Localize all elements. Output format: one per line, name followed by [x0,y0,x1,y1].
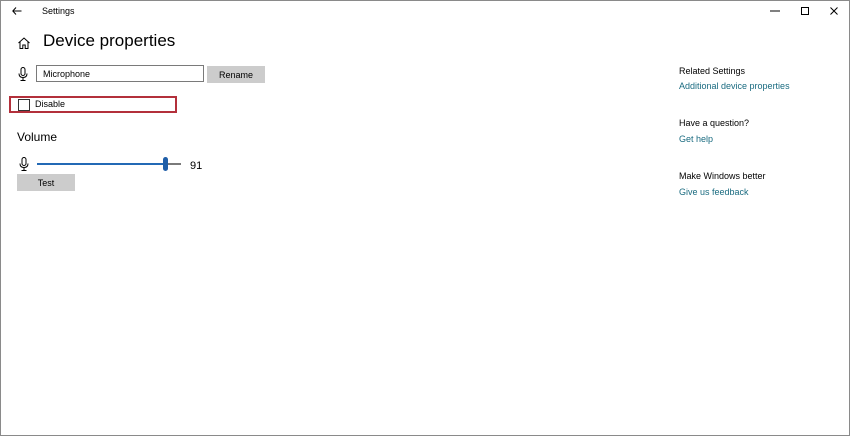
volume-slider-track [168,163,181,165]
volume-heading: Volume [17,130,58,144]
give-feedback-link[interactable]: Give us feedback [679,187,749,197]
volume-value: 91 [190,160,203,172]
back-arrow-icon [12,7,22,15]
volume-slider-thumb[interactable] [163,157,168,171]
volume-slider[interactable] [37,157,181,171]
close-icon [830,7,838,15]
related-settings-heading: Related Settings [679,66,746,76]
device-name-input[interactable] [36,65,204,82]
rename-button[interactable]: Rename [207,66,265,83]
microphone-icon [19,157,29,171]
disable-label[interactable]: Disable [35,99,65,109]
disable-checkbox[interactable] [18,99,30,111]
maximize-button[interactable] [790,1,820,21]
title-bar: Settings [1,1,849,21]
close-button[interactable] [819,1,849,21]
volume-slider-fill [37,163,163,165]
minimize-icon [770,10,780,12]
maximize-icon [801,7,809,15]
get-help-link[interactable]: Get help [679,134,713,144]
minimize-button[interactable] [760,1,790,21]
settings-window: Settings Device properties Rename Disabl… [0,0,850,436]
back-button[interactable] [7,2,27,20]
additional-device-properties-link[interactable]: Additional device properties [679,81,790,91]
make-windows-better-heading: Make Windows better [679,171,766,181]
question-heading: Have a question? [679,118,750,128]
app-title: Settings [42,6,75,16]
test-button[interactable]: Test [17,174,75,191]
microphone-icon [18,67,28,81]
home-icon[interactable] [17,36,31,50]
page-title: Device properties [43,31,176,50]
